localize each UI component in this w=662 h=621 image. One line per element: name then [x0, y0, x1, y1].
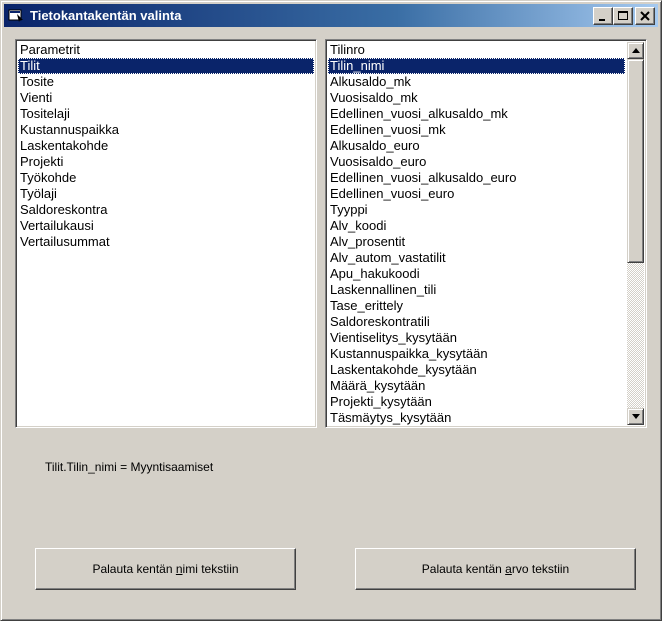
- table-list-item[interactable]: Tositelaji: [18, 106, 314, 122]
- tables-listbox[interactable]: Parametrit Tilit Tosite Vienti Tositelaji Kus…: [15, 39, 317, 428]
- table-list-item[interactable]: Projekti: [18, 154, 314, 170]
- field-list-item[interactable]: Laskennallinen_tili: [328, 282, 625, 298]
- fields-list: Tilinro Tilin_nimi Alkusaldo_mk Vuosisaldo_…: [328, 42, 625, 426]
- close-button[interactable]: [635, 7, 655, 25]
- field-list-item[interactable]: Edellinen_vuosi_alkusaldo_euro: [328, 170, 625, 186]
- arrow-up-icon: [632, 48, 640, 53]
- field-list-item[interactable]: Apu_hakukoodi: [328, 266, 625, 282]
- maximize-icon: [618, 11, 628, 20]
- return-field-value-label-pre: Palauta kentän: [421, 562, 506, 576]
- return-field-name-accesskey: n: [175, 562, 183, 576]
- field-list-item[interactable]: Edellinen_vuosi_mk: [328, 122, 625, 138]
- table-list-item[interactable]: Kustannuspaikka: [18, 122, 314, 138]
- return-field-value-button[interactable]: Palauta kentän arvo tekstiin: [355, 548, 636, 590]
- table-list-item[interactable]: Vertailukausi: [18, 218, 314, 234]
- table-list-item[interactable]: Parametrit: [18, 42, 314, 58]
- field-list-item[interactable]: Vientiselitys_kysytään: [328, 330, 625, 346]
- field-list-item[interactable]: Täsmäytys_kysytään: [328, 410, 625, 426]
- dialog-window: Tietokantakentän valinta Parametrit Tilit…: [0, 0, 662, 621]
- field-list-item[interactable]: Projekti_kysytään: [328, 394, 625, 410]
- field-list-item[interactable]: Alv_prosentit: [328, 234, 625, 250]
- table-list-item[interactable]: Tosite: [18, 74, 314, 90]
- field-list-item[interactable]: Alkusaldo_mk: [328, 74, 625, 90]
- fields-scrollbar[interactable]: [627, 42, 644, 425]
- field-list-item[interactable]: Kustannuspaikka_kysytään: [328, 346, 625, 362]
- return-field-name-label-pre: Palauta kentän: [92, 562, 176, 576]
- field-list-item[interactable]: Saldoreskontratili: [328, 314, 625, 330]
- return-field-value-accesskey: a: [505, 562, 512, 576]
- field-list-item[interactable]: Määrä_kysytään: [328, 378, 625, 394]
- table-list-item[interactable]: Tilit: [18, 58, 314, 74]
- minimize-icon: [599, 19, 605, 21]
- field-list-item[interactable]: Tilinro: [328, 42, 625, 58]
- window-title: Tietokantakentän valinta: [30, 8, 182, 23]
- scroll-thumb[interactable]: [627, 59, 644, 263]
- minimize-button[interactable]: [593, 7, 613, 25]
- table-list-item[interactable]: Vertailusummat: [18, 234, 314, 250]
- field-list-item[interactable]: Edellinen_vuosi_euro: [328, 186, 625, 202]
- field-list-item[interactable]: Tyyppi: [328, 202, 625, 218]
- maximize-button[interactable]: [613, 7, 633, 25]
- arrow-down-icon: [632, 414, 640, 419]
- title-bar[interactable]: Tietokantakentän valinta: [4, 4, 658, 27]
- field-list-item[interactable]: Edellinen_vuosi_alkusaldo_mk: [328, 106, 625, 122]
- close-icon: [640, 11, 650, 21]
- table-list-item[interactable]: Saldoreskontra: [18, 202, 314, 218]
- field-list-item[interactable]: Tilin_nimi: [328, 58, 625, 74]
- field-list-item[interactable]: Alv_koodi: [328, 218, 625, 234]
- return-field-name-button[interactable]: Palauta kentän nimi tekstiin: [35, 548, 296, 590]
- selected-field-value: Tilit.Tilin_nimi = Myyntisaamiset: [45, 460, 214, 474]
- scroll-down-button[interactable]: [627, 408, 644, 425]
- table-list-item[interactable]: Laskentakohde: [18, 138, 314, 154]
- table-list-item[interactable]: Työlaji: [18, 186, 314, 202]
- field-list-item[interactable]: Vuosisaldo_mk: [328, 90, 625, 106]
- fields-listbox[interactable]: Tilinro Tilin_nimi Alkusaldo_mk Vuosisaldo_…: [325, 39, 647, 428]
- field-list-item[interactable]: Alv_autom_vastatilit: [328, 250, 625, 266]
- return-field-value-label-post: rvo tekstiin: [511, 562, 570, 576]
- table-list-item[interactable]: Työkohde: [18, 170, 314, 186]
- field-list-item[interactable]: Tase_erittely: [328, 298, 625, 314]
- field-list-item[interactable]: Alkusaldo_euro: [328, 138, 625, 154]
- return-field-name-label-post: imi tekstiin: [182, 562, 239, 576]
- scroll-up-button[interactable]: [627, 42, 644, 59]
- app-icon: [8, 9, 23, 22]
- tables-list: Parametrit Tilit Tosite Vienti Tositelaji Kus…: [18, 42, 314, 250]
- field-list-item[interactable]: Vuosisaldo_euro: [328, 154, 625, 170]
- table-list-item[interactable]: Vienti: [18, 90, 314, 106]
- field-list-item[interactable]: Laskentakohde_kysytään: [328, 362, 625, 378]
